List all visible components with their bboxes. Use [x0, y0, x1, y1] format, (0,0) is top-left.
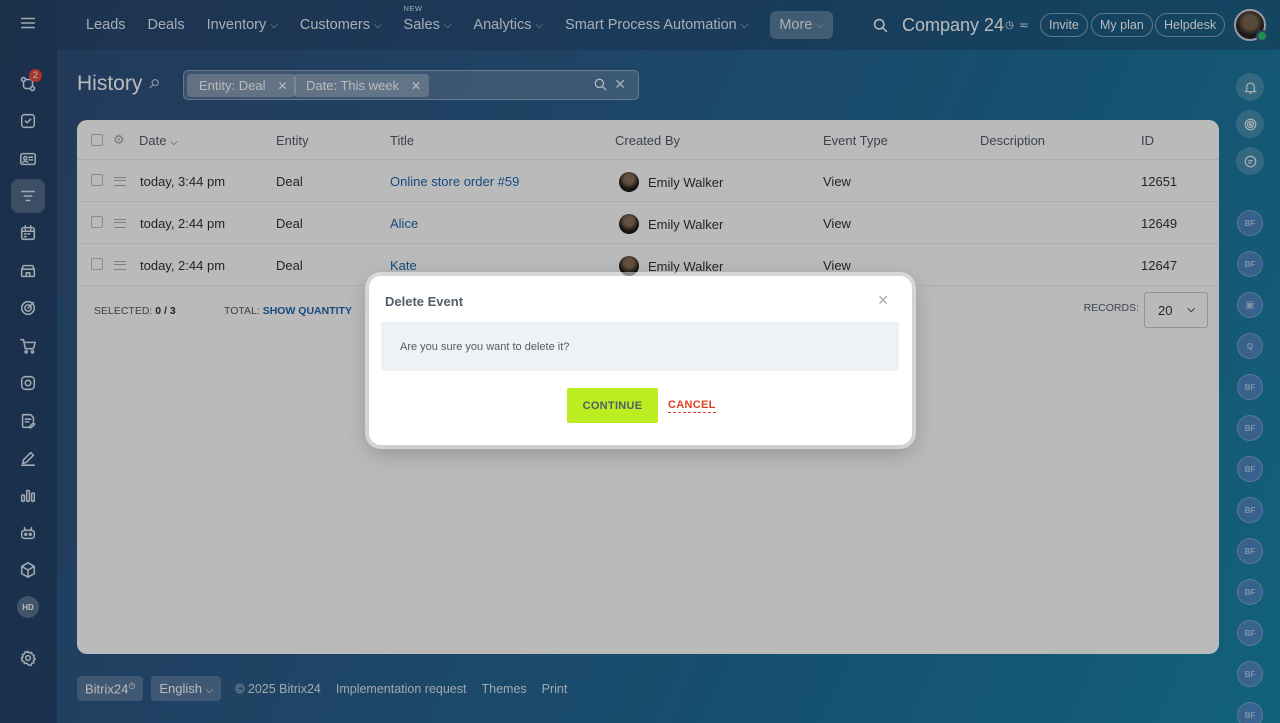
close-icon[interactable]: ✕ — [877, 292, 889, 309]
delete-event-dialog: Delete Event ✕ Are you sure you want to … — [369, 276, 912, 445]
dialog-title: Delete Event — [385, 294, 464, 309]
cancel-button[interactable]: CANCEL — [668, 399, 716, 413]
continue-button[interactable]: CONTINUE — [567, 388, 658, 423]
dialog-message: Are you sure you want to delete it? — [381, 322, 899, 371]
